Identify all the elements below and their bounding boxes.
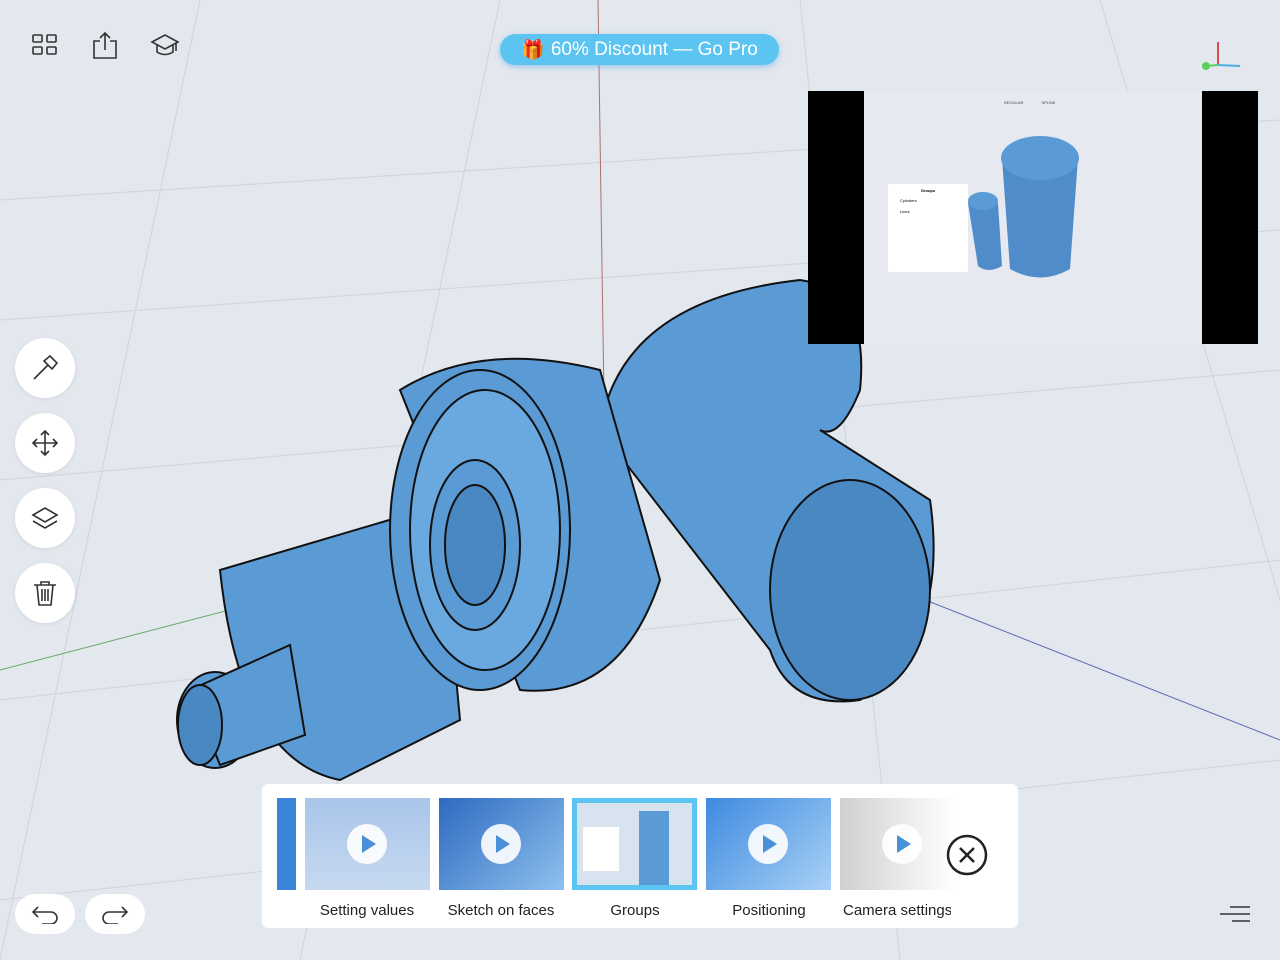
layers-icon [31,507,59,529]
tutorial-carousel[interactable]: Setting values Sketch on faces Groups Po… [262,784,1018,928]
undo-icon [31,906,58,924]
move-tool-button[interactable] [15,413,75,473]
axis-gizmo-icon[interactable] [1202,42,1241,70]
play-icon [347,824,387,864]
play-icon [748,824,788,864]
close-icon [946,834,988,876]
gift-icon: 🎁 [521,39,545,61]
trash-icon [34,581,56,606]
promo-label: 60% Discount — Go Pro [550,38,758,60]
go-pro-button[interactable]: 🎁 60% Discount — Go Pro [500,34,779,65]
move-icon [31,429,59,457]
tutorial-label[interactable]: Camera settings [833,902,951,919]
tutorial-label[interactable]: Groups [565,902,705,919]
hammer-icon [33,354,59,380]
tutorial-thumbnail-selected[interactable] [572,798,697,890]
layers-tool-button[interactable] [15,488,75,548]
grid-icon[interactable] [28,28,62,62]
x-axis-line [899,589,1280,741]
tutorial-thumbnail[interactable] [305,798,430,890]
share-icon[interactable] [88,28,122,62]
delete-tool-button[interactable] [15,563,75,623]
tutorial-label[interactable]: Positioning [699,902,839,919]
redo-button[interactable] [85,894,145,934]
play-icon [481,824,521,864]
play-icon [882,824,922,864]
tutorial-thumbnail[interactable] [439,798,564,890]
preview-cylinders [968,136,1079,278]
undo-button[interactable] [15,894,75,934]
redo-icon [102,906,129,924]
hammer-tool-button[interactable] [15,338,75,398]
tutorial-label[interactable]: Sketch on faces [431,902,571,919]
tutorial-label[interactable]: Setting values [297,902,437,919]
graduation-cap-icon[interactable] [148,28,182,62]
close-carousel-button[interactable] [946,834,988,881]
tutorial-thumbnail[interactable] [706,798,831,890]
tutorial-thumbnail[interactable] [840,798,955,890]
3d-model[interactable] [176,278,935,782]
video-preview[interactable]: REGULAR SPLINE Groups Cylinders Lines [808,91,1258,344]
menu-icon[interactable] [1218,904,1252,929]
tutorial-thumbnail-partial[interactable] [277,798,296,890]
